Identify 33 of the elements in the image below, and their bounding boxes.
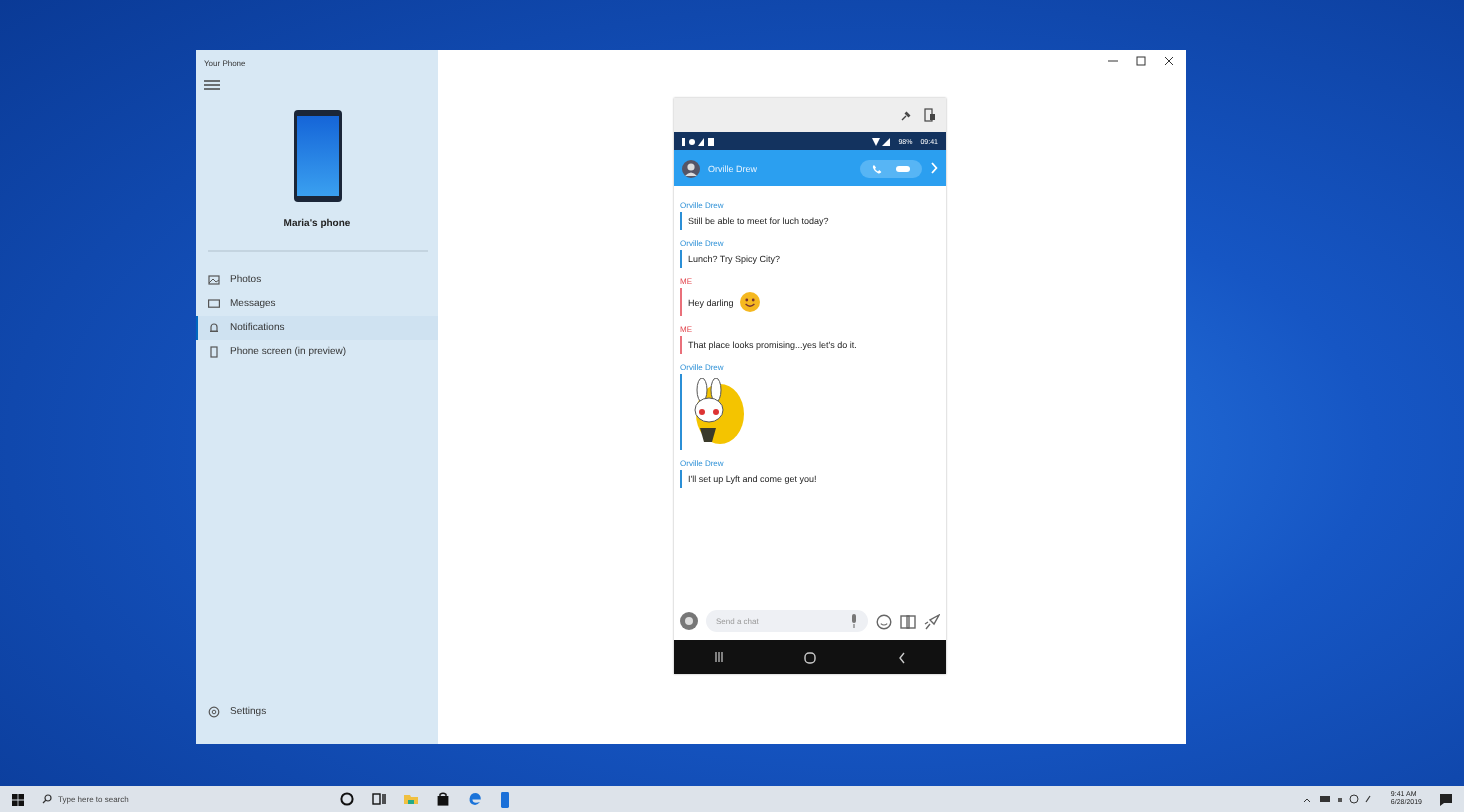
smiley-emoji-icon bbox=[739, 292, 760, 312]
avatar-icon bbox=[682, 159, 700, 177]
settings-icon bbox=[208, 706, 220, 718]
bell-icon bbox=[208, 322, 220, 334]
phone-app-icon[interactable] bbox=[500, 791, 510, 807]
phone-icon bbox=[293, 110, 341, 202]
search-icon bbox=[42, 794, 52, 804]
phone-icon[interactable] bbox=[924, 108, 936, 122]
notification-icons bbox=[682, 137, 714, 145]
message-icon bbox=[208, 298, 220, 310]
maximize-icon[interactable] bbox=[1136, 56, 1146, 66]
photo-icon bbox=[208, 274, 220, 286]
task-view-icon[interactable] bbox=[372, 792, 386, 806]
camera-icon[interactable] bbox=[680, 612, 698, 630]
rocket-icon[interactable] bbox=[924, 613, 940, 629]
microphone-icon[interactable] bbox=[850, 614, 858, 628]
back-icon[interactable] bbox=[897, 651, 906, 663]
menu-icon[interactable] bbox=[204, 80, 220, 90]
edge-icon[interactable] bbox=[468, 792, 482, 806]
close-icon[interactable] bbox=[1164, 56, 1174, 66]
action-center-icon[interactable] bbox=[1440, 793, 1452, 805]
bunny-sticker-drawing bbox=[688, 378, 744, 446]
phone-icon bbox=[208, 346, 220, 358]
cortana-icon[interactable] bbox=[340, 792, 354, 806]
smiley-icon[interactable] bbox=[876, 613, 892, 629]
cards-icon[interactable] bbox=[900, 613, 916, 629]
signal-icon bbox=[872, 137, 891, 145]
home-icon[interactable] bbox=[804, 651, 817, 663]
minimize-icon[interactable] bbox=[1108, 56, 1118, 66]
recent-apps-icon[interactable] bbox=[714, 652, 725, 662]
windows-logo-icon[interactable] bbox=[12, 793, 24, 805]
shopping-bag-icon[interactable] bbox=[436, 792, 450, 806]
chevron-right-icon[interactable] bbox=[930, 162, 938, 174]
